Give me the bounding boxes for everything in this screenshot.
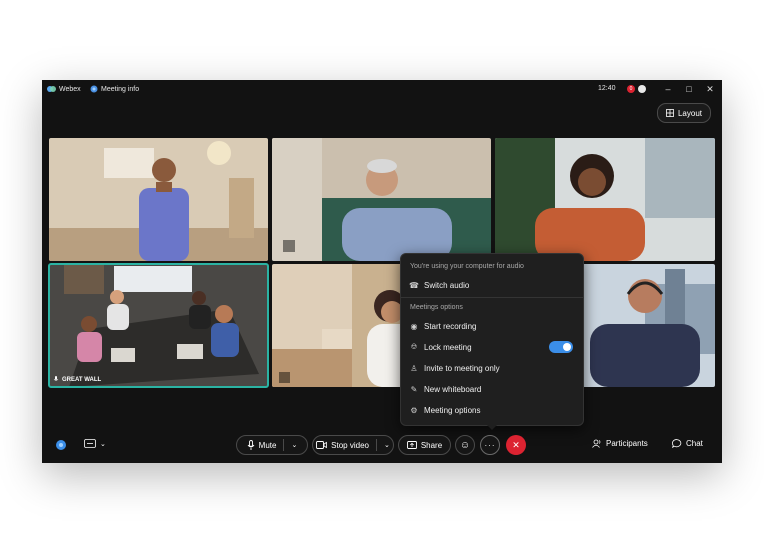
meeting-info-label: Meeting info — [101, 85, 140, 93]
participants-label: Participants — [606, 439, 648, 448]
new-whiteboard-label: New whiteboard — [424, 384, 482, 394]
close-icon[interactable]: ✕ — [704, 83, 716, 95]
share-screen-icon — [406, 441, 417, 449]
captions-button[interactable]: ⌄ — [84, 439, 106, 448]
invite-only-item[interactable]: ♙ Invite to meeting only — [410, 361, 574, 375]
switch-audio-item[interactable]: ☎ Switch audio — [409, 278, 574, 292]
lock-meeting-toggle[interactable] — [549, 341, 573, 353]
participants-button[interactable]: Participants — [592, 439, 648, 448]
mute-label: Mute — [258, 440, 277, 450]
gear-icon: ⚙ — [410, 405, 418, 415]
reactions-button[interactable]: ☺ — [455, 435, 475, 455]
record-icon: ◉ — [410, 321, 418, 331]
tile-name-label: GREAT WALL — [53, 376, 101, 383]
webex-meeting-window: Webex Meeting info 12:40 0 – □ ✕ Layout — [42, 80, 722, 463]
start-recording-label: Start recording — [424, 321, 477, 331]
avatar-icon[interactable] — [638, 85, 646, 93]
lock-meeting-label: Lock meeting — [424, 342, 472, 352]
webex-logo-icon — [47, 86, 56, 92]
chat-icon — [672, 439, 682, 448]
layout-button[interactable]: Layout — [656, 103, 711, 123]
meeting-info-button[interactable]: Meeting info — [90, 85, 139, 93]
chevron-down-icon[interactable]: ⌄ — [291, 441, 297, 449]
meeting-options-item[interactable]: ⚙ Meeting options — [410, 403, 574, 417]
stop-video-button[interactable]: Stop video ⌄ — [312, 435, 394, 455]
microphone-icon — [247, 440, 255, 450]
video-feed-image — [272, 138, 491, 261]
notification-badge[interactable]: 0 — [627, 85, 635, 93]
chat-button[interactable]: Chat — [672, 439, 703, 448]
chevron-down-icon: ⌄ — [100, 440, 106, 448]
close-icon: ✕ — [512, 439, 520, 450]
audio-status-heading: You're using your computer for audio — [410, 263, 524, 270]
minimize-icon[interactable]: – — [662, 83, 674, 95]
layout-label: Layout — [677, 108, 702, 118]
title-bar: Webex Meeting info 12:40 0 – □ ✕ — [42, 80, 722, 98]
meeting-options-heading: Meetings options — [410, 304, 463, 311]
chat-label: Chat — [686, 439, 703, 448]
app-name: Webex — [59, 85, 81, 93]
switch-audio-icon: ☎ — [409, 280, 419, 290]
webex-assistant-button[interactable] — [55, 438, 67, 450]
smiley-icon: ☺ — [459, 439, 471, 451]
ellipsis-icon: ··· — [484, 440, 496, 450]
button-divider — [283, 439, 285, 451]
video-feed-image — [49, 264, 268, 387]
stop-video-label: Stop video — [331, 440, 369, 450]
start-recording-item[interactable]: ◉ Start recording — [410, 319, 574, 333]
video-feed-image — [495, 138, 715, 261]
participant-woman-smiling[interactable] — [495, 138, 715, 261]
invite-only-label: Invite to meeting only — [424, 363, 500, 373]
meeting-options-label: Meeting options — [424, 405, 481, 415]
participant-conference-room[interactable]: GREAT WALL — [48, 263, 269, 388]
end-call-button[interactable]: ✕ — [506, 435, 526, 455]
new-whiteboard-item[interactable]: ✎ New whiteboard — [410, 382, 574, 396]
switch-audio-label: Switch audio — [424, 280, 470, 290]
share-button[interactable]: Share — [398, 435, 451, 455]
mute-button[interactable]: Mute ⌄ — [236, 435, 308, 455]
participant-man-glasses[interactable] — [272, 138, 491, 261]
menu-divider — [401, 297, 583, 298]
share-label: Share — [420, 440, 443, 450]
video-camera-icon — [316, 441, 328, 449]
menu-pointer — [486, 424, 498, 430]
chevron-down-icon[interactable]: ⌄ — [384, 441, 390, 449]
layout-grid-icon — [666, 109, 674, 117]
button-divider — [375, 439, 377, 451]
app-title: Webex — [47, 85, 81, 93]
maximize-icon[interactable]: □ — [683, 83, 695, 95]
meeting-info-icon — [90, 85, 98, 93]
room-name: GREAT WALL — [62, 376, 102, 383]
clock: 12:40 — [598, 85, 616, 92]
participant-woman-standing[interactable] — [49, 138, 268, 261]
video-feed-image — [49, 138, 268, 261]
status-badges[interactable]: 0 — [627, 85, 646, 93]
time-text: 12:40 — [598, 85, 616, 92]
invite-icon: ♙ — [410, 363, 418, 373]
participants-icon — [592, 439, 601, 448]
more-options-menu: You're using your computer for audio ☎ S… — [400, 253, 584, 426]
microphone-icon — [53, 376, 59, 381]
whiteboard-icon: ✎ — [410, 384, 418, 394]
more-options-button[interactable]: ··· — [480, 435, 500, 455]
assistant-icon — [56, 440, 66, 450]
lock-icon: ⎊ — [410, 342, 418, 351]
closed-captions-icon — [84, 439, 96, 448]
